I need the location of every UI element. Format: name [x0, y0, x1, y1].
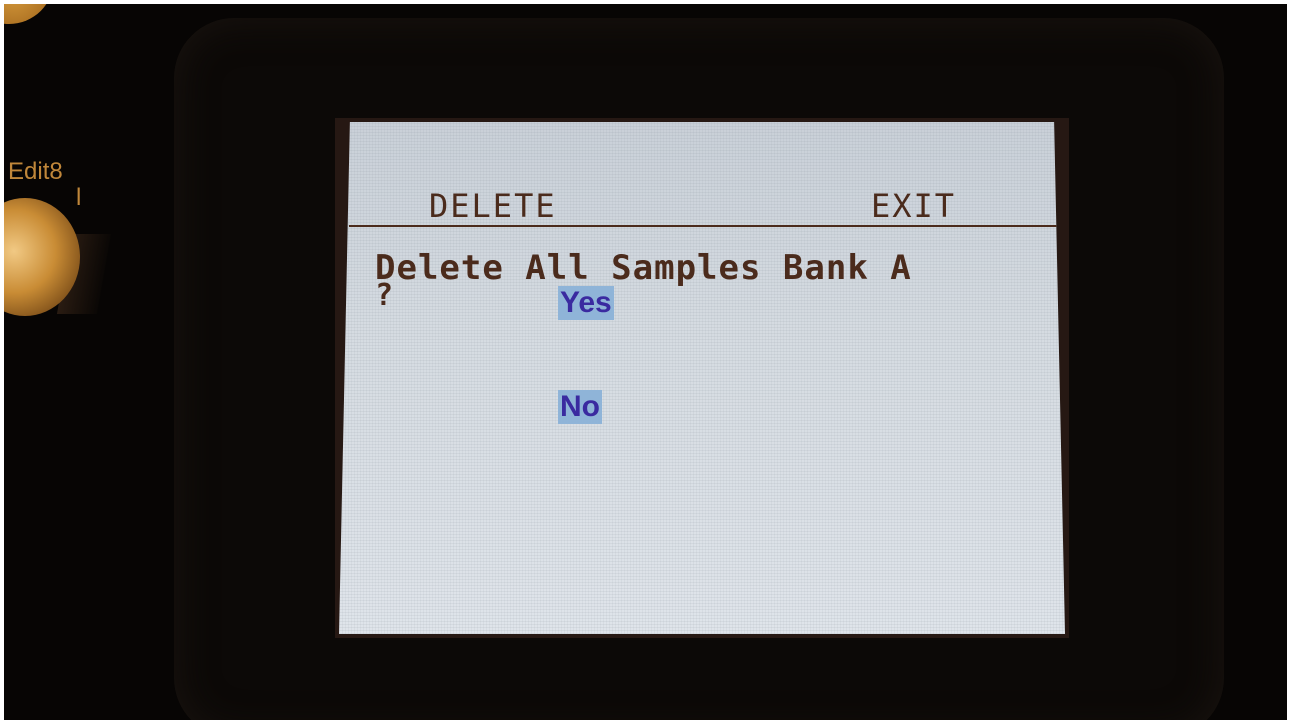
edit8-label-partial: l: [76, 184, 82, 211]
confirm-prompt: Delete All Samples Bank A: [375, 248, 912, 288]
top-knob[interactable]: [4, 4, 54, 24]
edit8-label: Edit8: [8, 158, 63, 185]
lcd-screen: DELETE EXIT Delete All Samples Bank A ? …: [339, 122, 1065, 634]
confirm-question-mark: ?: [375, 278, 394, 313]
option-no[interactable]: No: [558, 390, 602, 424]
softkey-divider: [349, 225, 1065, 227]
device-photo: Edit8 l DELETE EXIT Delete All Samples B…: [4, 4, 1287, 720]
softkey-delete[interactable]: DELETE: [429, 188, 557, 224]
softkey-exit[interactable]: EXIT: [871, 188, 956, 224]
option-yes[interactable]: Yes: [558, 286, 614, 320]
